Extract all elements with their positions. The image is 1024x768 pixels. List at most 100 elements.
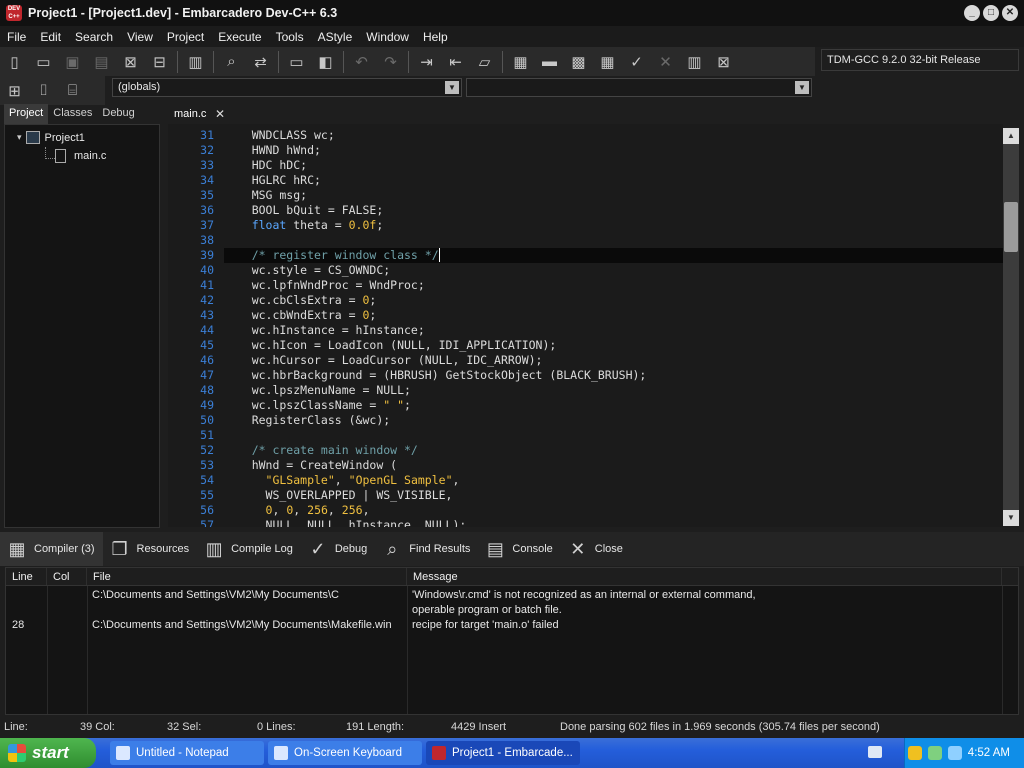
clock[interactable]: 4:52 AM [968,747,1010,759]
column-header-line[interactable]: Line [6,568,47,585]
function-combo[interactable]: ▼ [466,78,812,97]
taskbar-item-notepad[interactable]: Untitled - Notepad [110,741,264,765]
scroll-up-icon[interactable]: ▲ [1003,128,1019,144]
code-line[interactable]: 54 "GLSample", "OpenGL Sample", [200,473,1003,488]
code-line[interactable]: 33 HDC hDC; [200,158,1003,173]
start-button[interactable]: start [0,738,96,768]
chevron-down-icon[interactable]: ▼ [445,81,459,94]
tab-project[interactable]: Project [4,104,49,124]
bottom-tab-compiler-3[interactable]: ▦ Compiler (3) [0,532,103,566]
code-line[interactable]: 39 /* register window class */ [200,248,1003,263]
code-line[interactable]: 31 WNDCLASS wc; [200,128,1003,143]
compiler-messages-table[interactable]: Line Col File Message C:\Documents and S… [5,567,1019,715]
menu-window[interactable]: Window [359,30,416,44]
delete-profile-icon[interactable]: ⊠ [711,49,736,74]
menu-tools[interactable]: Tools [269,30,311,44]
code-line[interactable]: 51 [200,428,1003,443]
print-icon[interactable]: ▥ [183,49,208,74]
syntax-check-icon[interactable]: ✓ [624,49,649,74]
volume-icon[interactable] [947,746,962,760]
compiler-select[interactable]: TDM-GCC 9.2.0 32-bit Release [821,49,1019,71]
compile-run-icon[interactable]: ▩ [566,49,591,74]
menu-edit[interactable]: Edit [33,30,68,44]
code-line[interactable]: 32 HWND hWnd; [200,143,1003,158]
bottom-tab-close[interactable]: ✕ Close [561,532,631,566]
code-line[interactable]: 40 wc.style = CS_OWNDC; [200,263,1003,278]
code-line[interactable]: 43 wc.cbWndExtra = 0; [200,308,1003,323]
bottom-tab-debug[interactable]: ✓ Debug [301,532,375,566]
menu-view[interactable]: View [120,30,160,44]
code-line[interactable]: 50 RegisterClass (&wc); [200,413,1003,428]
taskbar-item-devcpp[interactable]: Project1 - Embarcade... [426,741,580,765]
maximize-button[interactable]: □ [983,5,999,21]
menu-search[interactable]: Search [68,30,120,44]
code-line[interactable]: 55 WS_OVERLAPPED | WS_VISIBLE, [200,488,1003,503]
find-icon[interactable]: ⌕ [219,49,244,74]
tree-item-main-c[interactable]: main.c [55,149,106,163]
close-button[interactable]: ✕ [1002,5,1018,21]
save-all-icon[interactable]: ▤ [89,49,114,74]
code-line[interactable]: 34 HGLRC hRC; [200,173,1003,188]
code-line[interactable]: 45 wc.hIcon = LoadIcon (NULL, IDI_APPLIC… [200,338,1003,353]
code-line[interactable]: 53 hWnd = CreateWindow ( [200,458,1003,473]
bookmark-icon[interactable]: ⌷ [31,78,56,103]
unindent-icon[interactable]: ⇤ [443,49,468,74]
code-line[interactable]: 48 wc.lpszMenuName = NULL; [200,383,1003,398]
indent-icon[interactable]: ⇥ [414,49,439,74]
code-line[interactable]: 42 wc.cbClsExtra = 0; [200,293,1003,308]
column-header-file[interactable]: File [87,568,407,585]
replace-icon[interactable]: ⇄ [248,49,273,74]
code-line[interactable]: 49 wc.lpszClassName = " "; [200,398,1003,413]
code-line[interactable]: 47 wc.hbrBackground = (HBRUSH) GetStockO… [200,368,1003,383]
code-line[interactable]: 35 MSG msg; [200,188,1003,203]
minimize-button[interactable]: _ [964,5,980,21]
security-shield-icon[interactable] [907,746,922,760]
redo-icon[interactable]: ↷ [378,49,403,74]
class-combo[interactable]: (globals) ▼ [112,78,462,97]
menu-execute[interactable]: Execute [211,30,268,44]
bottom-tab-find-results[interactable]: ⌕ Find Results [375,532,478,566]
keyboard-tray-icon[interactable] [868,746,882,758]
code-line[interactable]: 44 wc.hInstance = hInstance; [200,323,1003,338]
tab-debug[interactable]: Debug [97,104,139,124]
close-file-icon[interactable]: ⊠ [118,49,143,74]
menu-file[interactable]: File [0,30,33,44]
save-icon[interactable]: ▣ [60,49,85,74]
compile-icon[interactable]: ▦ [508,49,533,74]
devcpp-app-icon[interactable]: DEV C++ [6,5,22,21]
new-file-icon[interactable]: ▯ [2,49,27,74]
bottom-tab-compile-log[interactable]: ▥ Compile Log [197,532,301,566]
tree-expander-icon[interactable]: ▾ [17,132,22,143]
close-tab-icon[interactable]: ✕ [215,107,225,121]
taskbar-item-osk[interactable]: On-Screen Keyboard [268,741,422,765]
tab-classes[interactable]: Classes [48,104,97,124]
bottom-tab-resources[interactable]: ❐ Resources [103,532,198,566]
toggle-bookmark-icon[interactable]: ◧ [313,49,338,74]
editor-vertical-scrollbar[interactable]: ▲ ▼ [1003,128,1019,526]
scrollbar-thumb[interactable] [1004,202,1018,252]
chevron-down-icon[interactable]: ▼ [795,81,809,94]
code-line[interactable]: 38 [200,233,1003,248]
rebuild-all-icon[interactable]: ▦ [595,49,620,74]
code-editor[interactable]: 31 WNDCLASS wc; 32 HWND hWnd; 33 HDC hDC; 3… [168,124,1003,527]
stop-execution-icon[interactable]: ✕ [653,49,678,74]
column-header-col[interactable]: Col [47,568,87,585]
scroll-down-icon[interactable]: ▼ [1003,510,1019,526]
close-all-icon[interactable]: ⊟ [147,49,172,74]
code-line[interactable]: 56 0, 0, 256, 256, [200,503,1003,518]
menu-help[interactable]: Help [416,30,455,44]
menu-project[interactable]: Project [160,30,211,44]
code-line[interactable]: 46 wc.hCursor = LoadCursor (NULL, IDC_AR… [200,353,1003,368]
code-lines[interactable]: 31 WNDCLASS wc; 32 HWND hWnd; 33 HDC hDC; 3… [200,128,1003,527]
goto-bookmark-icon[interactable]: ⌸ [60,78,85,103]
code-line[interactable]: 52 /* create main window */ [200,443,1003,458]
tree-item-project1[interactable]: ▾ Project1 [17,131,85,144]
profile-icon[interactable]: ▥ [682,49,707,74]
insert-icon[interactable]: ⊞ [2,78,27,103]
comment-icon[interactable]: ▱ [472,49,497,74]
code-line[interactable]: 41 wc.lpfnWndProc = WndProc; [200,278,1003,293]
bottom-tab-console[interactable]: ▤ Console [478,532,560,566]
editor-tab-main-c[interactable]: main.c ✕ [168,104,230,124]
network-icon[interactable] [927,746,942,760]
run-icon[interactable]: ▬ [537,49,562,74]
